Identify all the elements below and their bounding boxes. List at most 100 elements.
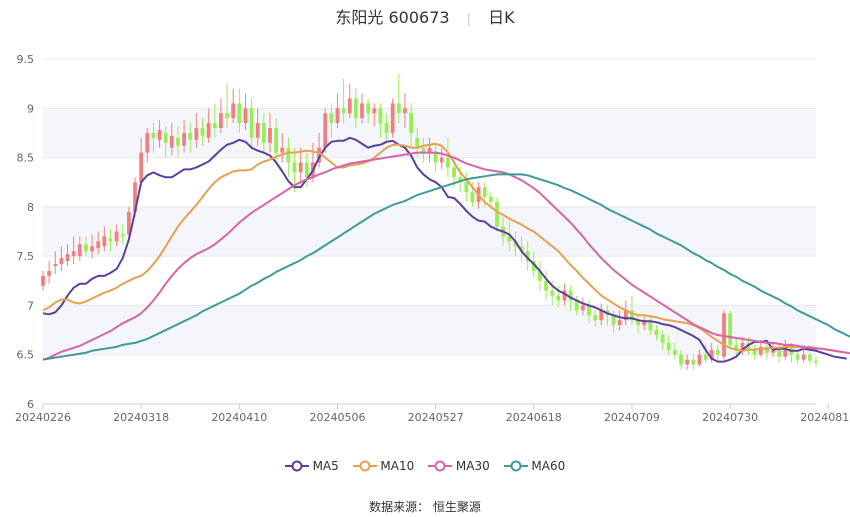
candle-body bbox=[666, 342, 671, 350]
candle-body bbox=[163, 132, 168, 143]
candle-body bbox=[814, 360, 818, 363]
candle-body bbox=[550, 290, 555, 296]
candle-body bbox=[237, 103, 242, 124]
candle-body bbox=[409, 113, 413, 133]
candle-body bbox=[231, 103, 236, 119]
x-tick-label: 20240618 bbox=[506, 411, 562, 424]
candle-body bbox=[249, 108, 254, 138]
candle-body bbox=[200, 128, 205, 136]
x-tick-label: 20240410 bbox=[211, 411, 267, 424]
candle-body bbox=[90, 246, 94, 252]
candle bbox=[691, 354, 696, 370]
candle bbox=[231, 88, 236, 124]
candle-body bbox=[243, 108, 248, 124]
y-tick-label: 7 bbox=[27, 299, 34, 312]
y-tick-label: 6.5 bbox=[17, 349, 35, 362]
candle-body bbox=[617, 320, 622, 326]
x-tick-label: 20240819 bbox=[800, 411, 850, 424]
candle-body bbox=[145, 132, 150, 153]
candle bbox=[814, 356, 818, 367]
y-tick-label: 9.5 bbox=[17, 53, 35, 66]
candle-body bbox=[71, 251, 76, 257]
candle-body bbox=[372, 108, 377, 114]
candle-body bbox=[182, 132, 187, 146]
candle bbox=[41, 270, 45, 291]
candle-body bbox=[728, 313, 733, 345]
candle-body bbox=[151, 132, 156, 138]
candle-body bbox=[212, 123, 217, 128]
candle-body bbox=[206, 123, 211, 138]
candle-body bbox=[219, 113, 223, 128]
candle-body bbox=[384, 123, 389, 133]
candle bbox=[685, 354, 690, 370]
candle-body bbox=[715, 349, 720, 355]
candle-body bbox=[488, 197, 493, 202]
legend-item-ma60[interactable]: MA60 bbox=[503, 458, 566, 473]
source-value: 恒生聚源 bbox=[432, 500, 481, 514]
candle-body bbox=[102, 236, 107, 247]
candle-body bbox=[323, 113, 328, 148]
candle bbox=[219, 98, 223, 133]
candle-body bbox=[593, 315, 598, 321]
candle-body bbox=[176, 137, 180, 146]
candle-body bbox=[439, 157, 444, 163]
candle-body bbox=[139, 152, 144, 183]
candle-body bbox=[53, 264, 58, 266]
ma60-legend-icon bbox=[503, 460, 528, 472]
candle-body bbox=[366, 103, 371, 114]
y-tick-label: 9 bbox=[27, 102, 34, 115]
candle-body bbox=[96, 241, 101, 249]
candle-body bbox=[329, 113, 334, 124]
candle-body bbox=[347, 98, 352, 114]
candle-body bbox=[378, 108, 383, 124]
x-tick-label: 20240226 bbox=[15, 411, 71, 424]
candle-body bbox=[59, 258, 64, 265]
candle-body bbox=[114, 231, 119, 242]
candle-body bbox=[268, 128, 272, 143]
candle-body bbox=[777, 349, 782, 357]
plot-band bbox=[43, 305, 816, 355]
legend-item-ma10[interactable]: MA10 bbox=[352, 459, 414, 473]
candle-body bbox=[801, 354, 806, 360]
candle-body bbox=[65, 254, 70, 262]
source-label: 数据来源： bbox=[369, 500, 430, 514]
y-tick-label: 8.5 bbox=[17, 152, 35, 165]
candle-body bbox=[77, 244, 82, 257]
candle-body bbox=[353, 98, 358, 119]
ma10-legend-icon bbox=[352, 460, 377, 472]
candle bbox=[544, 270, 548, 301]
candle-body bbox=[169, 135, 174, 148]
candle-body bbox=[335, 108, 340, 124]
candle-body bbox=[660, 335, 665, 343]
candle-body bbox=[280, 147, 285, 153]
candle-body bbox=[41, 275, 45, 286]
candle-body bbox=[697, 354, 702, 365]
y-tick-label: 6 bbox=[27, 398, 34, 411]
candle-body bbox=[304, 162, 309, 178]
legend-label-ma60: MA60 bbox=[531, 458, 566, 473]
y-axis: 6 6.5 7 7.5 8 8.5 9 9.5 bbox=[17, 53, 35, 411]
legend-item-ma5[interactable]: MA5 bbox=[284, 459, 339, 473]
legend-label-ma30: MA30 bbox=[455, 458, 490, 473]
candle-body bbox=[495, 201, 499, 227]
candle-body bbox=[120, 234, 125, 237]
candle-body bbox=[556, 295, 561, 301]
candle-body bbox=[47, 270, 52, 276]
legend-item-ma30[interactable]: MA30 bbox=[428, 459, 490, 473]
candle bbox=[47, 261, 52, 284]
candle-body bbox=[807, 354, 812, 361]
candle-body bbox=[654, 330, 659, 335]
x-tick-label: 20240709 bbox=[604, 411, 660, 424]
candle-body bbox=[464, 182, 469, 193]
candle-body bbox=[433, 152, 438, 163]
candle-body bbox=[672, 349, 677, 355]
candle-body bbox=[292, 162, 297, 173]
candle bbox=[538, 261, 542, 291]
candle-body bbox=[360, 103, 364, 119]
candle-body bbox=[403, 108, 407, 114]
candle-body bbox=[225, 113, 229, 119]
candle-body bbox=[157, 129, 162, 140]
legend: MA5 MA10 MA30 MA60 bbox=[0, 458, 850, 473]
x-tick-label: 20240318 bbox=[113, 411, 169, 424]
candle-body bbox=[482, 187, 487, 197]
